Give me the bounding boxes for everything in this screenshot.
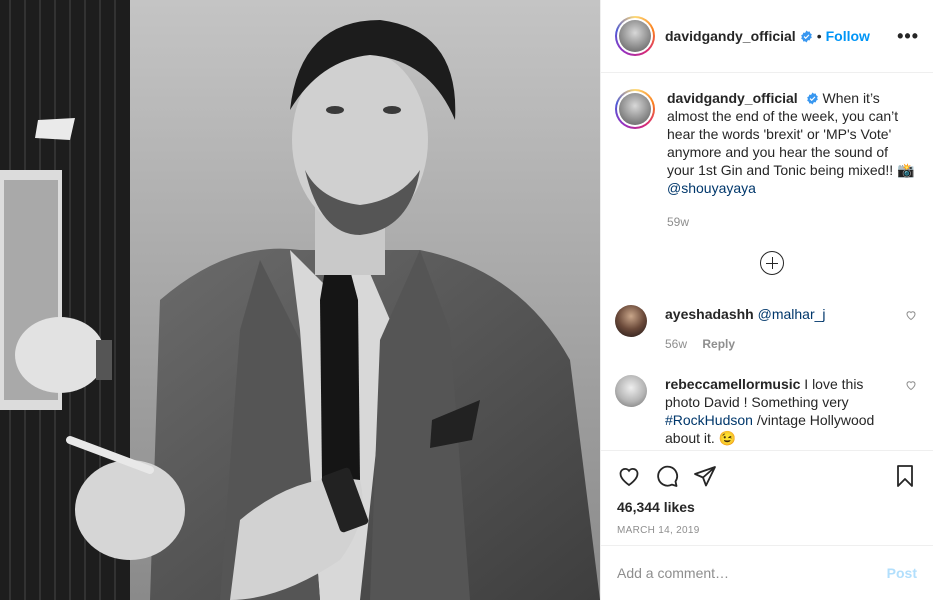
instagram-post-modal: davidgandy_official • Follow ••• davidga… [0, 0, 933, 600]
post-header: davidgandy_official • Follow ••• [601, 0, 933, 73]
comment-username[interactable]: rebeccamellormusic [665, 376, 800, 392]
bookmark-icon[interactable] [893, 464, 917, 488]
post-comment-button[interactable]: Post [887, 565, 917, 581]
photo-illustration [0, 0, 600, 600]
author-avatar[interactable] [615, 16, 655, 56]
separator-dot: • [816, 28, 822, 44]
comments-scroll-area[interactable]: davidgandy_official When it’s almost the… [601, 73, 933, 450]
post-date[interactable]: MARCH 14, 2019 [617, 525, 917, 536]
follow-button[interactable]: Follow [826, 28, 870, 44]
caption-username[interactable]: davidgandy_official [667, 90, 798, 106]
post-side-panel: davidgandy_official • Follow ••• davidga… [600, 0, 933, 600]
verified-badge-icon [800, 30, 812, 42]
add-comment-bar: Post [601, 545, 933, 600]
plus-circle-icon[interactable] [760, 251, 784, 275]
post-caption: davidgandy_official When it’s almost the… [615, 89, 917, 231]
verified-badge-icon [806, 92, 818, 105]
more-options-button[interactable]: ••• [897, 26, 919, 47]
heart-small-icon[interactable] [905, 309, 917, 321]
post-photo[interactable] [0, 0, 600, 600]
comment-timestamp[interactable]: 56w [665, 337, 687, 351]
comment-item: rebeccamellormusic I love this photo Dav… [615, 375, 917, 447]
comment-username[interactable]: ayeshadashh [665, 306, 754, 322]
comment-icon[interactable] [655, 464, 679, 488]
caption-timestamp[interactable]: 59w [667, 213, 917, 231]
author-username[interactable]: davidgandy_official [665, 28, 796, 44]
heart-small-icon[interactable] [905, 379, 917, 391]
heart-icon[interactable] [617, 464, 641, 488]
comment-mention[interactable]: @malhar_j [758, 306, 826, 322]
post-actions: 46,344 likes MARCH 14, 2019 [601, 450, 933, 536]
reply-button[interactable]: Reply [702, 337, 735, 351]
comment-hashtag[interactable]: #RockHudson [665, 412, 753, 428]
caption-mention[interactable]: @shouyayaya [667, 180, 756, 196]
comment-input[interactable] [617, 565, 887, 581]
commenter-avatar[interactable] [615, 375, 647, 407]
caption-avatar[interactable] [615, 89, 655, 129]
likes-count[interactable]: 46,344 likes [617, 499, 917, 515]
commenter-avatar[interactable] [615, 305, 647, 337]
comment-item: ayeshadashh @malhar_j 56w Reply [615, 305, 917, 353]
share-icon[interactable] [693, 464, 717, 488]
